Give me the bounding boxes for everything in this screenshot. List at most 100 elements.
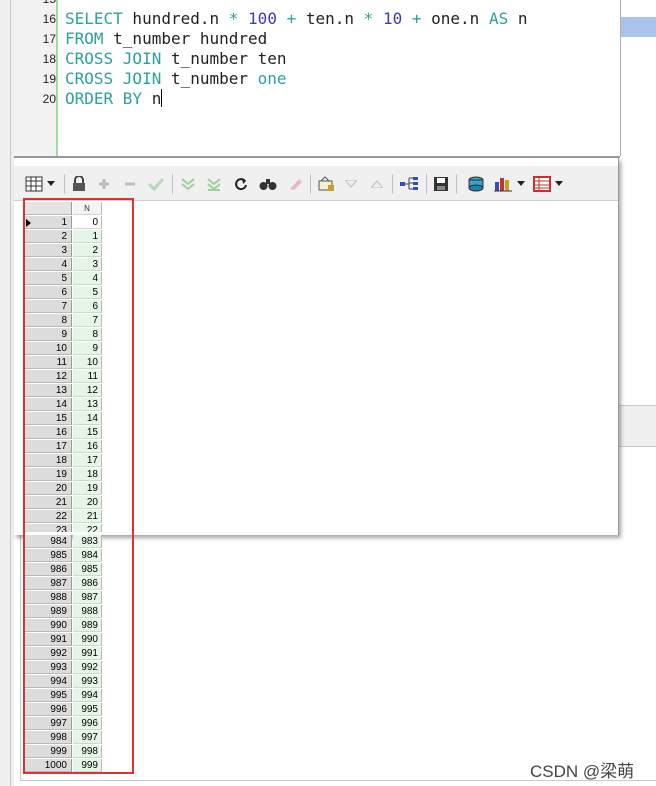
results-grid-bottom[interactable]: 984 983 985 984 986 985 987 986 988 987 989 988 990 9… <box>24 535 104 773</box>
table-row[interactable]: 999 998 <box>24 745 104 759</box>
row-number-cell[interactable]: 1 <box>24 216 72 229</box>
row-number-cell[interactable]: 4 <box>24 258 72 271</box>
value-cell[interactable]: 22 <box>73 524 102 532</box>
table-row[interactable]: 21 20 <box>24 496 104 510</box>
value-cell[interactable]: 996 <box>73 717 102 730</box>
value-cell[interactable]: 997 <box>73 731 102 744</box>
row-number-cell[interactable]: 986 <box>24 563 72 576</box>
value-cell[interactable]: 995 <box>73 703 102 716</box>
value-cell[interactable]: 1 <box>73 230 102 243</box>
row-number-cell[interactable]: 8 <box>24 314 72 327</box>
table-row[interactable]: 988 987 <box>24 591 104 605</box>
table-row[interactable]: 994 993 <box>24 675 104 689</box>
row-number-cell[interactable]: 17 <box>24 440 72 453</box>
value-cell[interactable]: 19 <box>73 482 102 495</box>
table-icon[interactable] <box>532 175 552 193</box>
dropdown-arrow-icon[interactable] <box>554 175 564 193</box>
row-number-cell[interactable]: 2 <box>24 230 72 243</box>
table-row[interactable]: 11 10 <box>24 356 104 370</box>
table-row[interactable]: 987 986 <box>24 577 104 591</box>
row-number-cell[interactable]: 12 <box>24 370 72 383</box>
delete-record-icon[interactable] <box>122 175 138 193</box>
row-number-cell[interactable]: 996 <box>24 703 72 716</box>
table-row[interactable]: 984 983 <box>24 535 104 549</box>
table-row[interactable]: 998 997 <box>24 731 104 745</box>
row-number-cell[interactable]: 988 <box>24 591 72 604</box>
find-icon[interactable] <box>258 175 278 193</box>
row-number-cell[interactable]: 18 <box>24 454 72 467</box>
dropdown-arrow-icon[interactable] <box>46 175 56 193</box>
value-cell[interactable]: 985 <box>73 563 102 576</box>
table-row[interactable]: 10 <box>24 216 104 230</box>
value-cell[interactable]: 986 <box>73 577 102 590</box>
code-line[interactable]: 20 ORDER BY n <box>14 89 614 109</box>
table-row[interactable]: 43 <box>24 258 104 272</box>
row-number-cell[interactable]: 21 <box>24 496 72 509</box>
table-row[interactable]: 14 13 <box>24 398 104 412</box>
post-record-icon[interactable] <box>146 175 166 193</box>
table-row[interactable]: 23 22 <box>24 524 104 532</box>
row-number-cell[interactable]: 998 <box>24 731 72 744</box>
table-row[interactable]: 21 <box>24 230 104 244</box>
row-number-cell[interactable]: 20 <box>24 482 72 495</box>
value-cell[interactable]: 998 <box>73 745 102 758</box>
value-cell[interactable]: 3 <box>73 258 102 271</box>
value-cell[interactable]: 10 <box>73 356 102 369</box>
filter-up-icon[interactable] <box>368 175 386 193</box>
dropdown-arrow-icon[interactable] <box>516 175 526 193</box>
value-cell[interactable]: 21 <box>73 510 102 523</box>
table-row[interactable]: 32 <box>24 244 104 258</box>
row-number-cell[interactable]: 999 <box>24 745 72 758</box>
save-icon[interactable] <box>432 175 450 193</box>
table-row[interactable]: 17 16 <box>24 440 104 454</box>
row-number-cell[interactable]: 22 <box>24 510 72 523</box>
row-number-cell[interactable]: 993 <box>24 661 72 674</box>
value-cell[interactable]: 15 <box>73 426 102 439</box>
code-line[interactable]: 15 <box>14 0 614 9</box>
table-row[interactable]: 18 17 <box>24 454 104 468</box>
value-cell[interactable]: 2 <box>73 244 102 257</box>
row-number-cell[interactable]: 992 <box>24 647 72 660</box>
table-row[interactable]: 13 12 <box>24 384 104 398</box>
code-line[interactable]: 16 SELECT hundred.n * 100 + ten.n * 10 + … <box>14 9 614 29</box>
value-cell[interactable]: 14 <box>73 412 102 425</box>
value-cell[interactable]: 5 <box>73 286 102 299</box>
table-row[interactable]: 54 <box>24 272 104 286</box>
value-cell[interactable]: 13 <box>73 398 102 411</box>
table-row[interactable]: 98 <box>24 328 104 342</box>
value-cell[interactable]: 988 <box>73 605 102 618</box>
value-cell[interactable]: 994 <box>73 689 102 702</box>
table-row[interactable]: 985 984 <box>24 549 104 563</box>
row-number-cell[interactable]: 990 <box>24 619 72 632</box>
table-row[interactable]: 15 14 <box>24 412 104 426</box>
column-header-n[interactable]: N <box>73 202 102 215</box>
value-cell[interactable]: 987 <box>73 591 102 604</box>
table-row[interactable]: 65 <box>24 286 104 300</box>
row-number-cell[interactable]: 11 <box>24 356 72 369</box>
table-row[interactable]: 19 18 <box>24 468 104 482</box>
clear-icon[interactable] <box>286 175 304 193</box>
row-number-cell[interactable]: 19 <box>24 468 72 481</box>
table-row[interactable]: 20 19 <box>24 482 104 496</box>
value-cell[interactable]: 999 <box>73 759 102 772</box>
tree-view-icon[interactable] <box>398 175 420 193</box>
row-number-cell[interactable]: 16 <box>24 426 72 439</box>
table-row[interactable]: 10 9 <box>24 342 104 356</box>
code-line[interactable]: 19 CROSS JOIN t_number one <box>14 69 614 89</box>
value-cell[interactable]: 17 <box>73 454 102 467</box>
fetch-next-page-icon[interactable] <box>178 175 198 193</box>
row-number-cell[interactable]: 995 <box>24 689 72 702</box>
value-cell[interactable]: 991 <box>73 647 102 660</box>
value-cell[interactable]: 16 <box>73 440 102 453</box>
table-row[interactable]: 22 21 <box>24 510 104 524</box>
row-number-cell[interactable]: 10 <box>24 342 72 355</box>
table-row[interactable]: 993 992 <box>24 661 104 675</box>
row-number-cell[interactable]: 14 <box>24 398 72 411</box>
value-cell[interactable]: 8 <box>73 328 102 341</box>
value-cell[interactable]: 6 <box>73 300 102 313</box>
row-number-cell[interactable]: 3 <box>24 244 72 257</box>
row-number-cell[interactable]: 13 <box>24 384 72 397</box>
grid-view-icon[interactable] <box>24 175 44 193</box>
value-cell[interactable]: 989 <box>73 619 102 632</box>
value-cell[interactable]: 992 <box>73 661 102 674</box>
